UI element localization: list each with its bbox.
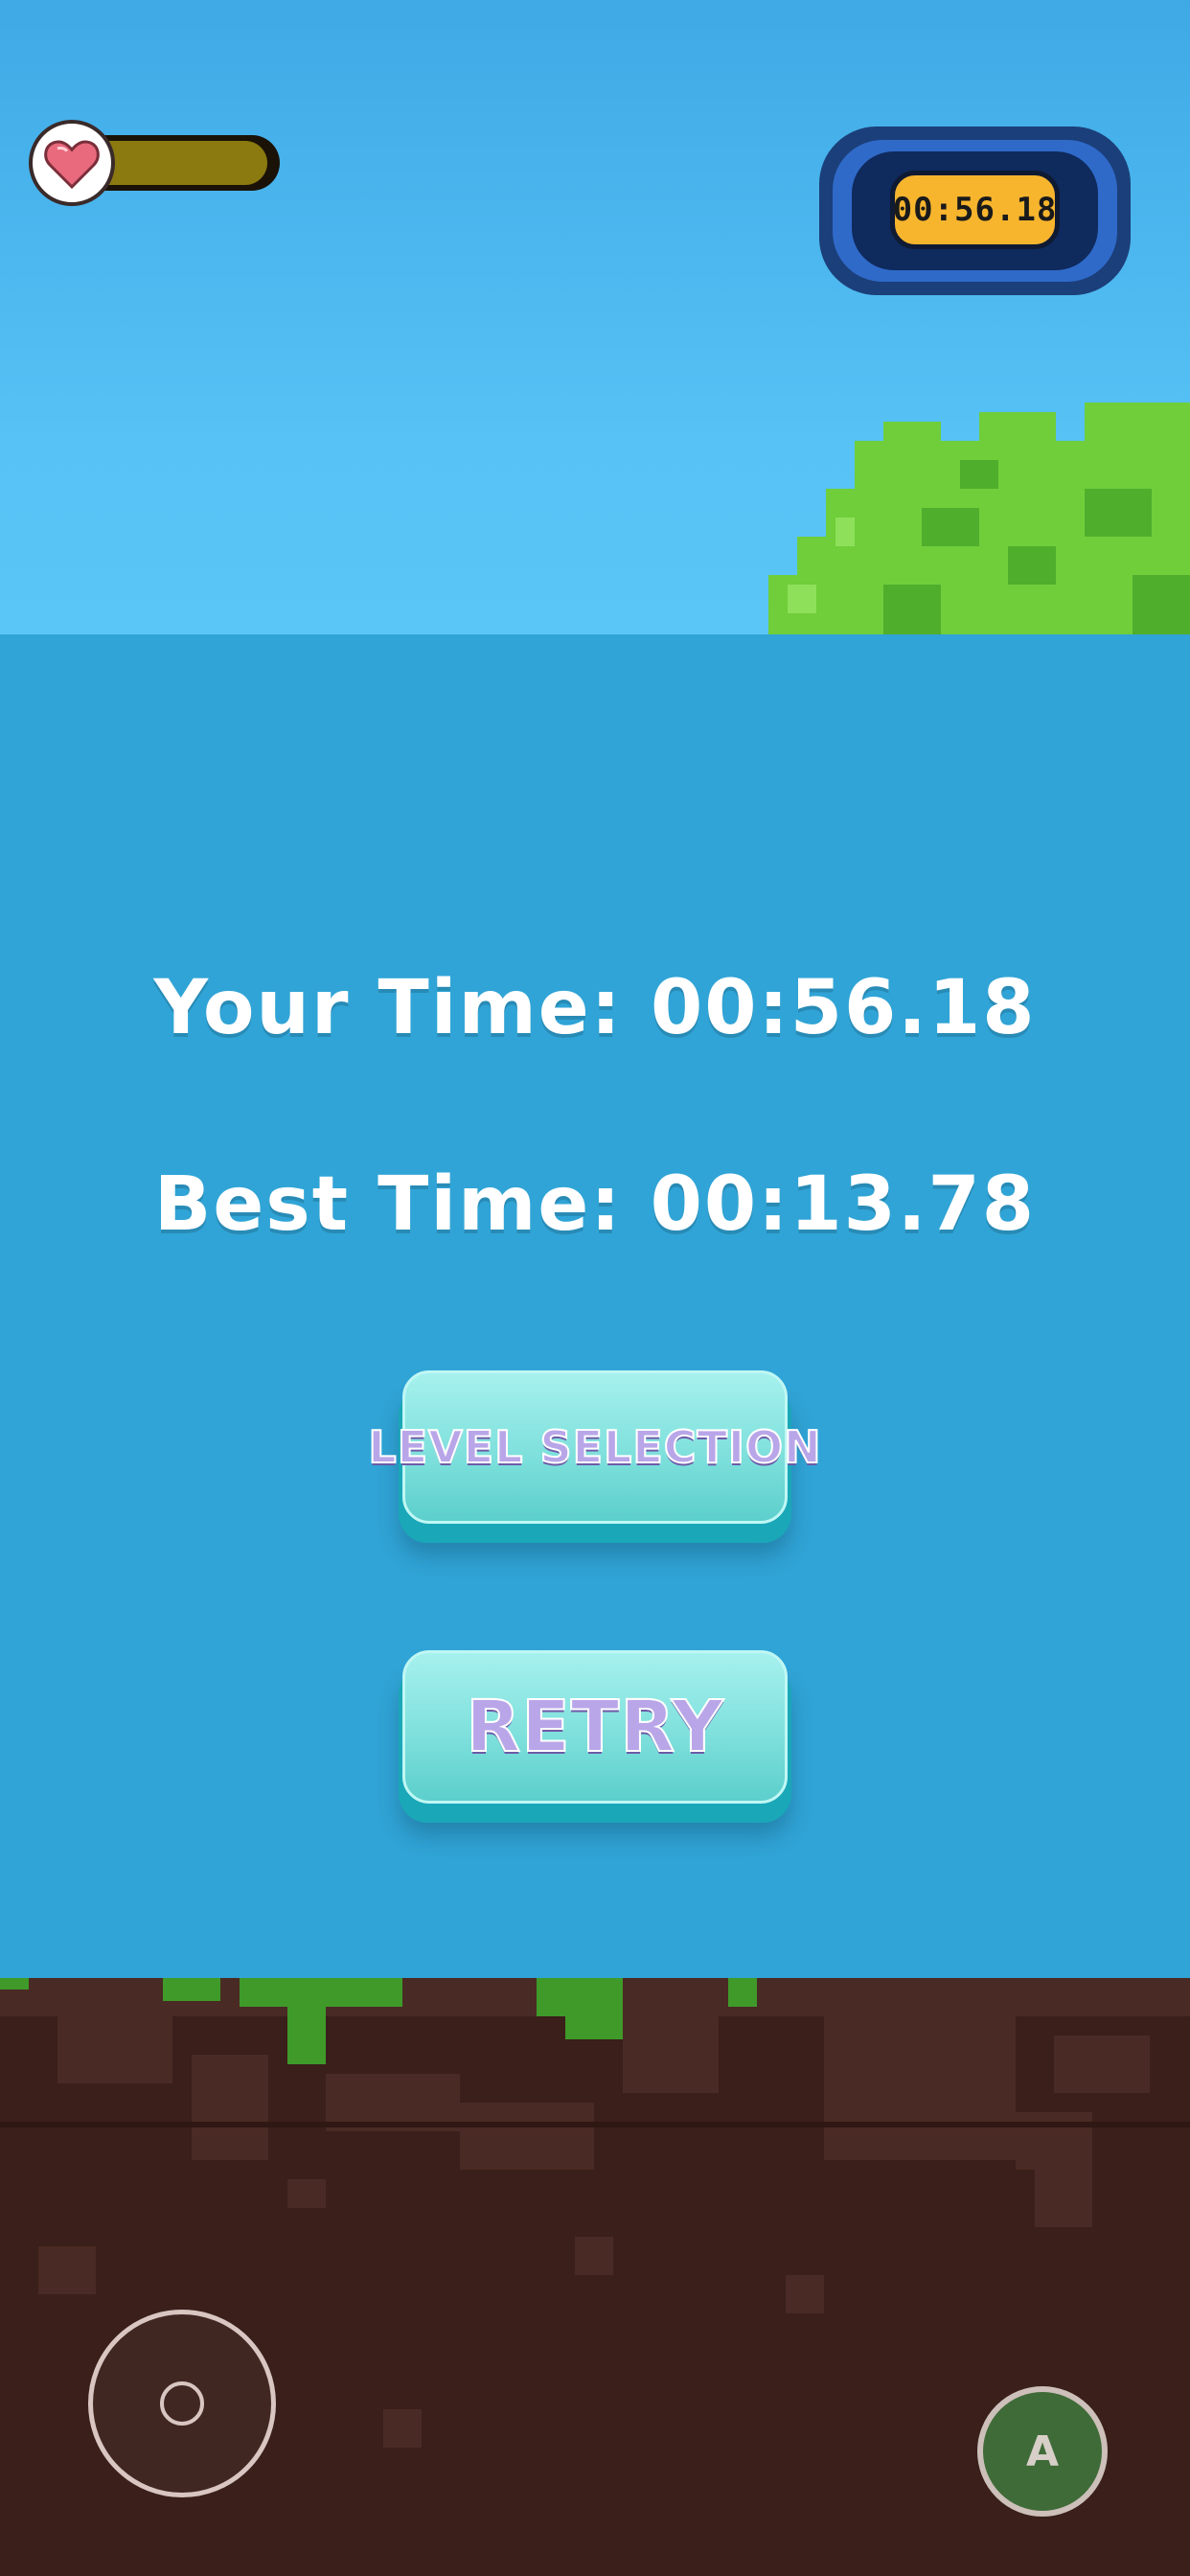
virtual-joystick[interactable] (88, 2310, 276, 2497)
action-a-button[interactable]: A (977, 2386, 1108, 2517)
retry-label: RETRY (465, 1685, 724, 1769)
button-face: RETRY (402, 1650, 788, 1804)
heart-badge (29, 120, 115, 206)
button-face: LEVEL SELECTION (367, 1370, 822, 1524)
timer-display: 00:56.18 (819, 126, 1131, 295)
bush-decoration (768, 402, 1190, 634)
best-time-text: Best Time: 00:13.78 (153, 1162, 1037, 1248)
health-meter (29, 120, 280, 216)
action-a-label: A (1025, 2426, 1060, 2476)
results-panel: Your Time: 00:56.18 Best Time: 00:13.78 … (0, 634, 1190, 1978)
health-bar-fill (100, 141, 267, 185)
timer-value: 00:56.18 (890, 171, 1060, 249)
level-selection-label: LEVEL SELECTION (367, 1420, 822, 1474)
game-screen: 00:56.18 Your Time: 00:56.18 Best Time: … (0, 0, 1190, 2576)
your-time-text: Your Time: 00:56.18 (153, 965, 1037, 1051)
retry-button[interactable]: RETRY (399, 1650, 791, 1823)
level-selection-button[interactable]: LEVEL SELECTION (367, 1370, 822, 1543)
heart-icon (44, 140, 100, 190)
health-bar-track (96, 135, 280, 191)
joystick-knob[interactable] (160, 2381, 204, 2426)
